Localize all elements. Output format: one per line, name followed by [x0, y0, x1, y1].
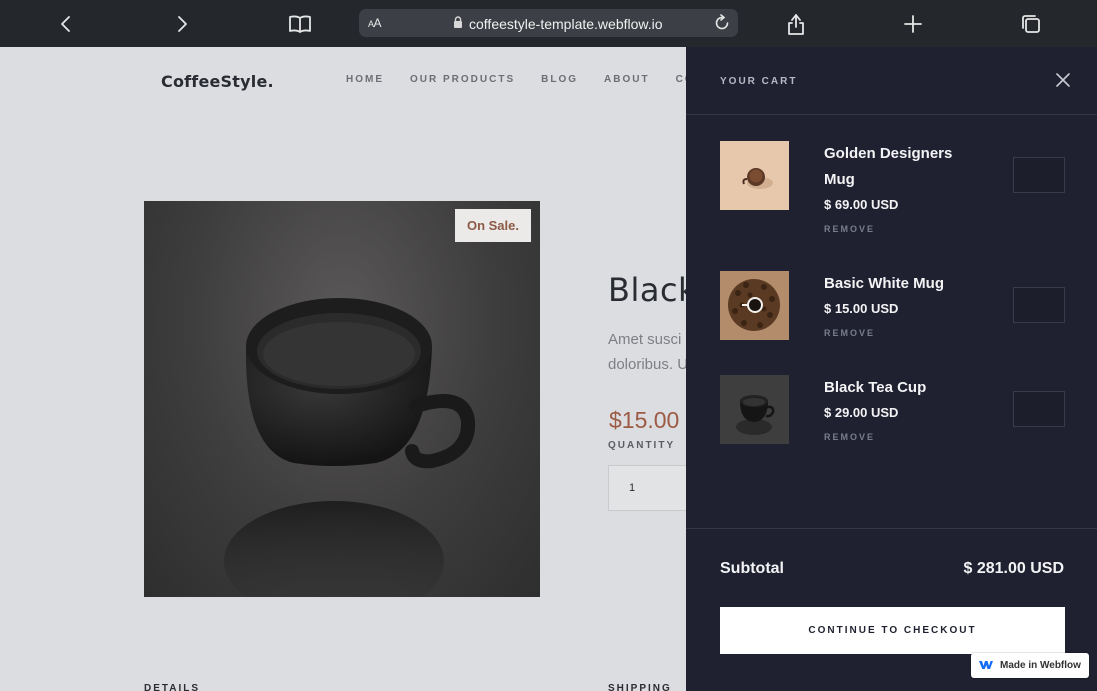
- item-thumbnail[interactable]: [720, 271, 789, 340]
- checkout-button[interactable]: CONTINUE TO CHECKOUT: [720, 607, 1065, 654]
- forward-icon[interactable]: [168, 10, 196, 38]
- nav-about[interactable]: ABOUT: [604, 74, 650, 85]
- browser-toolbar: AA coffeestyle-template.webflow.io: [0, 0, 1097, 47]
- webflow-logo-icon: [979, 657, 993, 675]
- product-price: $15.00: [609, 407, 680, 433]
- item-quantity-input[interactable]: [1013, 157, 1065, 193]
- cart-header: YOUR CART: [686, 47, 1097, 115]
- text-size-button[interactable]: AA: [368, 16, 382, 30]
- remove-button[interactable]: REMOVE: [824, 432, 875, 442]
- reload-icon[interactable]: [712, 13, 732, 33]
- remove-button[interactable]: REMOVE: [824, 224, 875, 234]
- nav-our-products[interactable]: OUR PRODUCTS: [410, 74, 515, 85]
- item-quantity-input[interactable]: [1013, 391, 1065, 427]
- site-logo[interactable]: CoffeeStyle.: [161, 72, 274, 91]
- quantity-label: QUANTITY: [608, 440, 676, 451]
- lock-icon: [453, 15, 463, 33]
- product-image: On Sale.: [144, 201, 540, 597]
- plus-icon[interactable]: [899, 10, 927, 38]
- nav-home[interactable]: HOME: [346, 74, 384, 85]
- close-icon[interactable]: [1055, 72, 1071, 88]
- main-nav: HOME OUR PRODUCTS BLOG ABOUT CONT: [346, 74, 738, 85]
- item-name[interactable]: Golden Designers Mug: [824, 141, 984, 193]
- details-heading: DETAILS: [144, 683, 201, 691]
- back-icon[interactable]: [52, 10, 80, 38]
- webflow-badge-label: Made in Webflow: [1000, 660, 1081, 671]
- item-price: $ 69.00 USD: [824, 197, 899, 212]
- item-price: $ 15.00 USD: [824, 301, 899, 316]
- nav-blog[interactable]: BLOG: [541, 74, 578, 85]
- product-title: Black: [608, 271, 698, 309]
- black-cup-illustration: [224, 298, 476, 597]
- cart-item: Black Tea Cup $ 29.00 USD REMOVE: [720, 375, 1065, 455]
- item-thumbnail[interactable]: [720, 375, 789, 444]
- made-in-webflow-badge[interactable]: Made in Webflow: [971, 653, 1089, 678]
- tabs-icon[interactable]: [1017, 10, 1045, 38]
- url-text: coffeestyle-template.webflow.io: [469, 16, 663, 32]
- item-thumbnail[interactable]: [720, 141, 789, 210]
- cart-item: Basic White Mug $ 15.00 USD REMOVE: [720, 271, 1065, 351]
- cart-panel: YOUR CART Golden Designers Mug $ 69.00 U…: [686, 47, 1097, 691]
- address-bar[interactable]: AA coffeestyle-template.webflow.io: [359, 9, 738, 37]
- remove-button[interactable]: REMOVE: [824, 328, 875, 338]
- book-icon[interactable]: [286, 10, 314, 38]
- item-price: $ 29.00 USD: [824, 405, 899, 420]
- item-quantity-input[interactable]: [1013, 287, 1065, 323]
- subtotal-value: $ 281.00 USD: [963, 560, 1064, 577]
- item-name[interactable]: Black Tea Cup: [824, 375, 984, 401]
- share-icon[interactable]: [782, 10, 810, 38]
- subtotal-label: Subtotal: [720, 560, 784, 577]
- sale-badge: On Sale.: [454, 209, 531, 242]
- cart-title: YOUR CART: [720, 76, 798, 87]
- item-name[interactable]: Basic White Mug: [824, 271, 984, 297]
- shipping-heading: SHIPPING: [608, 683, 672, 691]
- cart-item: Golden Designers Mug $ 69.00 USD REMOVE: [720, 141, 1065, 241]
